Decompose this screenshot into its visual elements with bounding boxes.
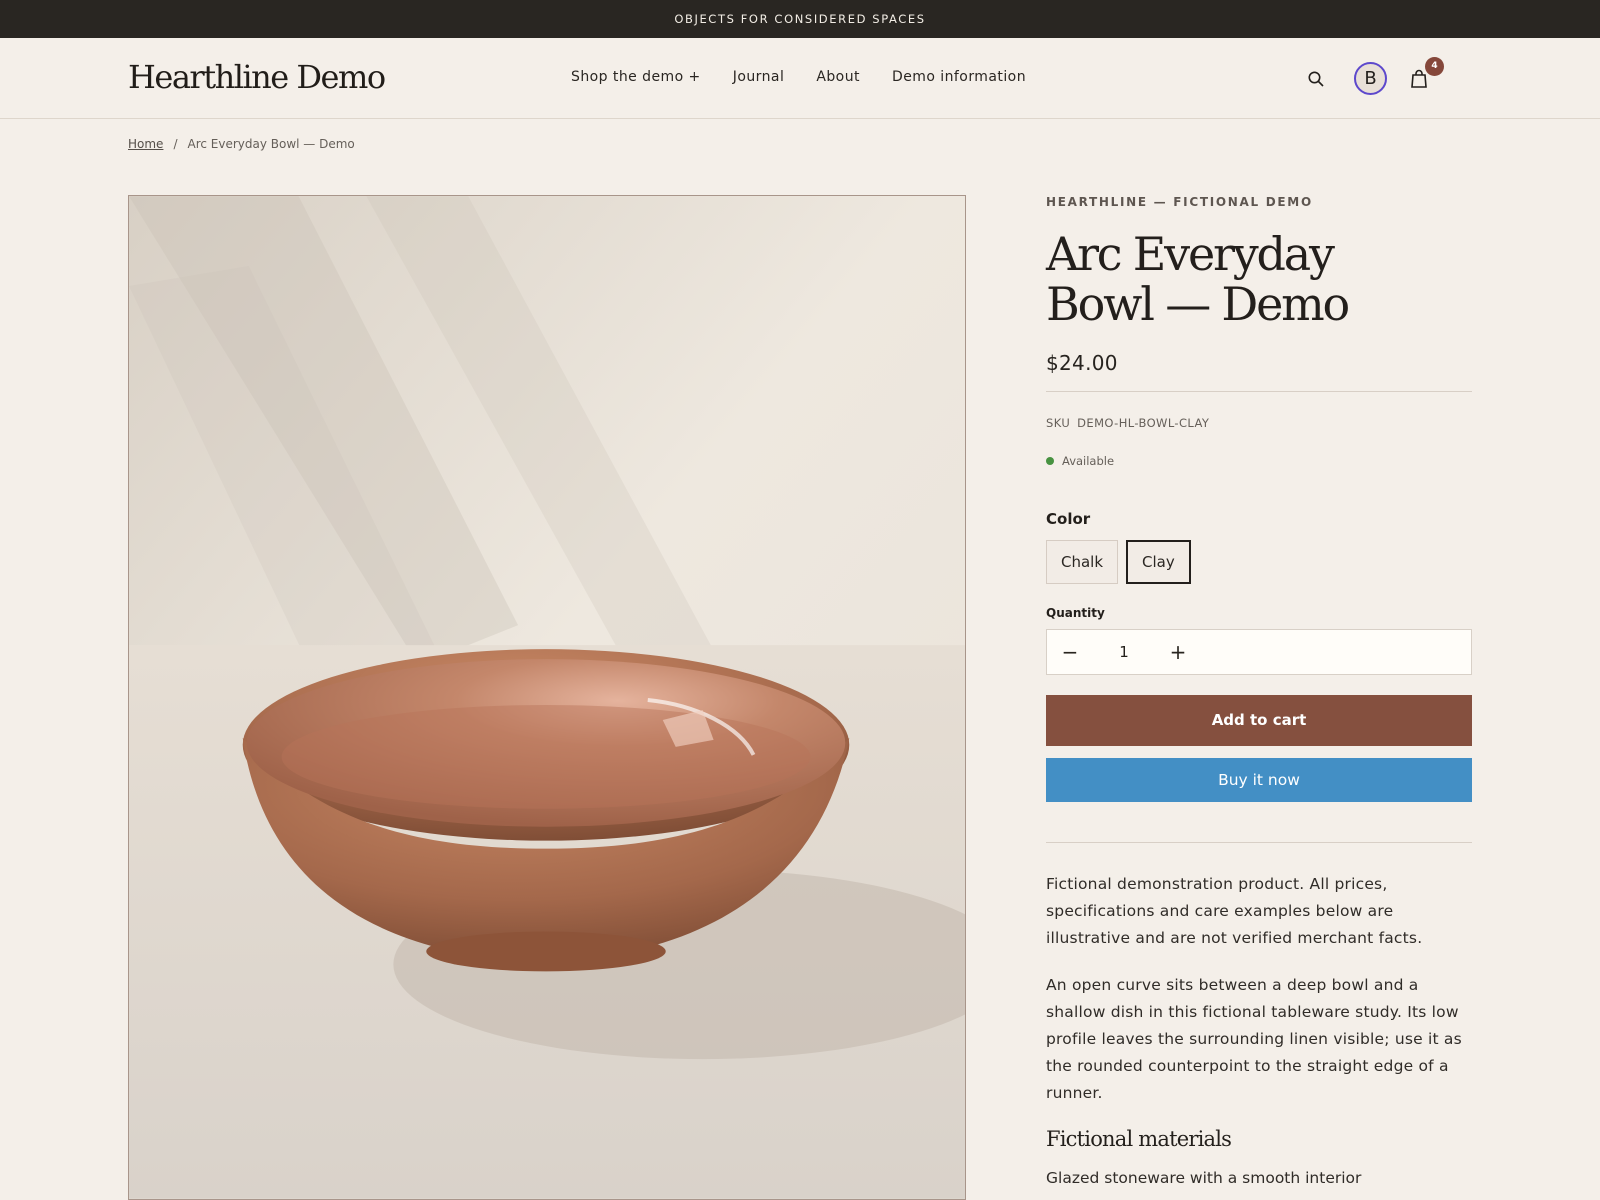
color-options: Chalk Clay [1046, 540, 1472, 584]
breadcrumb-home[interactable]: Home [128, 137, 163, 151]
availability-dot [1046, 457, 1054, 465]
product-title-line-1: Arc Everyday [1046, 227, 1335, 281]
nav-journal[interactable]: Journal [733, 69, 785, 85]
product-description: Fictional demonstration product. All pri… [1046, 871, 1472, 1107]
buy-it-now-button[interactable]: Buy it now [1046, 758, 1472, 802]
product-image [128, 195, 966, 1200]
color-option-chalk[interactable]: Chalk [1046, 540, 1119, 584]
cart-count-badge: 4 [1425, 57, 1444, 76]
nav-about[interactable]: About [816, 69, 860, 85]
availability-label: Available [1062, 454, 1115, 468]
sku-row: SKU DEMO-HL-BOWL-CLAY [1046, 416, 1472, 430]
color-option-clay[interactable]: Clay [1126, 540, 1191, 584]
search-icon[interactable] [1307, 70, 1325, 88]
quantity-label: Quantity [1046, 606, 1105, 620]
sku-value: DEMO-HL-BOWL-CLAY [1077, 416, 1210, 430]
materials-heading: Fictional materials [1046, 1127, 1232, 1151]
description-divider [1046, 842, 1472, 843]
breadcrumb: Home / Arc Everyday Bowl — Demo [128, 137, 355, 151]
price-divider [1046, 391, 1472, 392]
site-header: Hearthline Demo Shop the demo + Journal … [0, 38, 1600, 119]
minus-icon[interactable]: − [1047, 630, 1093, 674]
product-title-line-2: Bowl — Demo [1046, 277, 1350, 331]
color-label: Color [1046, 510, 1091, 528]
product-price: $24.00 [1046, 351, 1118, 375]
store-logo[interactable]: Hearthline Demo [128, 58, 386, 96]
nav-shop-demo[interactable]: Shop the demo + [571, 69, 701, 85]
sku-label: SKU [1046, 416, 1071, 430]
description-paragraph-1: Fictional demonstration product. All pri… [1046, 875, 1423, 947]
add-to-cart-button[interactable]: Add to cart [1046, 695, 1472, 746]
shopping-bag-icon[interactable] [1410, 69, 1428, 89]
breadcrumb-separator: / [173, 137, 178, 151]
product-details: HEARTHLINE — FICTIONAL DEMO Arc Everyday… [1046, 195, 1472, 1187]
availability-status: Available [1046, 454, 1472, 468]
account-avatar[interactable]: B [1354, 62, 1387, 95]
product-vendor: HEARTHLINE — FICTIONAL DEMO [1046, 195, 1313, 209]
quantity-value[interactable]: 1 [1093, 643, 1155, 661]
materials-text: Glazed stoneware with a smooth interior [1046, 1169, 1362, 1187]
main-navigation: Shop the demo + Journal About Demo infor… [571, 69, 1026, 85]
product-title: Arc Everyday Bowl — Demo [1046, 229, 1472, 329]
nav-demo-information[interactable]: Demo information [892, 69, 1026, 85]
quantity-stepper: − 1 + [1046, 629, 1472, 675]
plus-icon[interactable]: + [1155, 630, 1201, 674]
breadcrumb-current: Arc Everyday Bowl — Demo [187, 137, 355, 151]
bowl-photo [129, 196, 965, 1199]
header-actions: B 4 [1307, 57, 1444, 95]
announcement-bar: OBJECTS FOR CONSIDERED SPACES [0, 0, 1600, 38]
description-paragraph-2: An open curve sits between a deep bowl a… [1046, 976, 1462, 1102]
